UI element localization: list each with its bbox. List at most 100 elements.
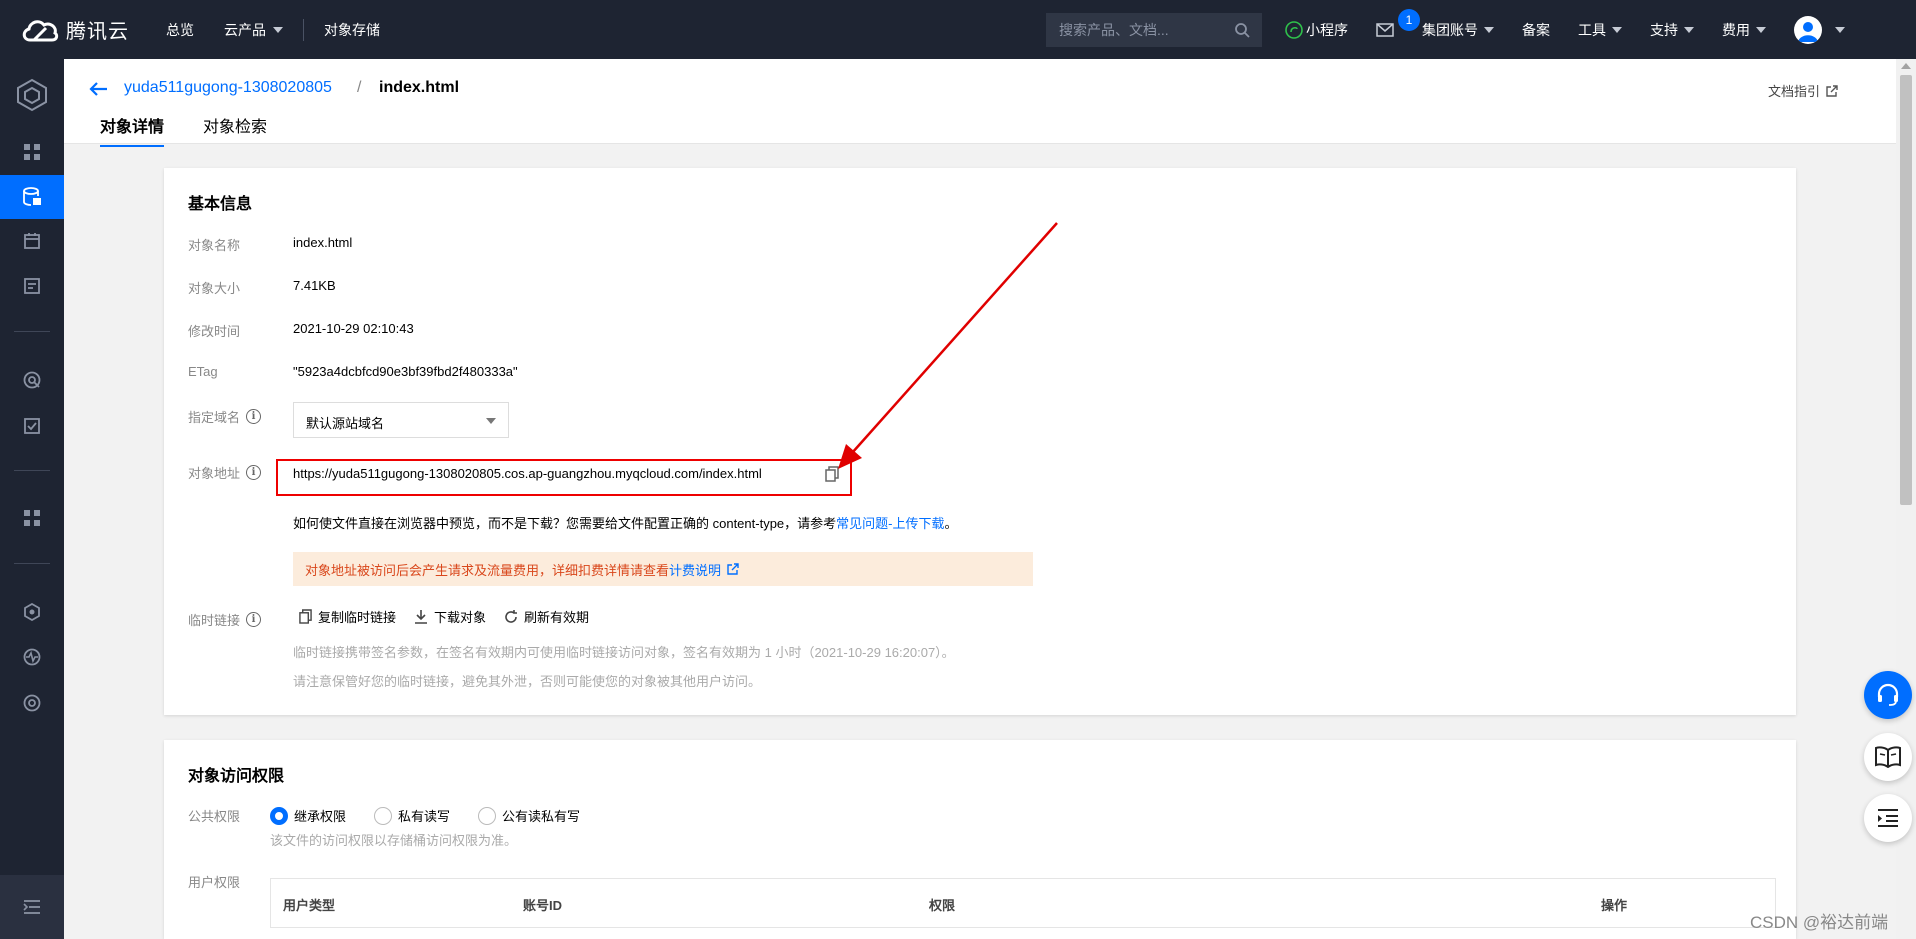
info-icon[interactable]: i (246, 409, 262, 424)
collapse-menu-icon (23, 900, 40, 914)
refresh-validity-label: 刷新有效期 (524, 610, 590, 625)
cloud-logo-icon (22, 19, 59, 41)
group-account-label: 集团账号 (1422, 21, 1478, 38)
mini-program-link[interactable]: 小程序 (1285, 20, 1348, 40)
report-icon (24, 278, 40, 294)
sidebar-divider (14, 563, 50, 564)
sidebar-item-analysis[interactable] (0, 358, 64, 402)
refresh-icon (505, 609, 518, 623)
sidebar-divider (14, 331, 50, 332)
nav-divider (303, 18, 304, 41)
cube-icon (17, 78, 47, 112)
download-object-button[interactable]: 下载对象 (414, 607, 486, 626)
sidebar-cos-home[interactable] (0, 67, 64, 123)
radio-public-read-label: 公有读私有写 (502, 809, 581, 824)
radar-icon (23, 371, 41, 389)
radio-public-read[interactable]: 公有读私有写 (478, 806, 580, 825)
temp-link-label-text: 临时链接 (188, 613, 241, 628)
docs-button[interactable] (1864, 733, 1912, 781)
billing-label: 费用 (1722, 21, 1750, 38)
breadcrumb-bucket[interactable]: yuda511gugong-1308020805 (124, 79, 332, 97)
nav-products[interactable]: 云产品 (224, 20, 283, 40)
sidebar-item-overview[interactable] (0, 130, 64, 174)
basic-info-title: 基本信息 (188, 196, 253, 213)
tab-object-details[interactable]: 对象详情 (100, 113, 165, 147)
object-name-value: index.html (293, 235, 353, 250)
sidebar-item-tasks[interactable] (0, 404, 64, 448)
logo-text: 腾讯云 (66, 21, 129, 43)
column-account-id: 账号ID (523, 898, 563, 913)
scroll-thumb[interactable] (1900, 75, 1912, 505)
customer-service-button[interactable] (1864, 671, 1912, 719)
external-link-icon (727, 563, 739, 575)
support-menu[interactable]: 支持 (1650, 20, 1694, 40)
public-permission-radio-group: 继承权限 私有读写 公有读私有写 (270, 806, 580, 825)
public-permission-hint: 该文件的访问权限以存储桶访问权限为准。 (270, 833, 518, 848)
tab-object-search[interactable]: 对象检索 (203, 113, 267, 145)
outline-list-icon (1878, 809, 1898, 827)
mail-button[interactable]: 1 (1376, 8, 1420, 37)
outline-button[interactable] (1864, 794, 1912, 842)
sidebar-item-insight[interactable] (0, 681, 64, 725)
sidebar-item-bucket-list[interactable] (0, 175, 64, 219)
preview-hint-end: 。 (944, 516, 958, 531)
support-label: 支持 (1650, 21, 1678, 38)
billing-warning: 对象地址被访问后会产生请求及流量费用，详细扣费详情请查看 计费说明 (293, 552, 1033, 586)
billing-doc-link[interactable]: 计费说明 (669, 560, 721, 579)
download-object-label: 下载对象 (434, 610, 487, 625)
scroll-up-icon[interactable] (1901, 63, 1911, 69)
column-permission: 权限 (929, 898, 956, 913)
calendar-icon (24, 233, 40, 249)
preview-hint: 如何使文件直接在浏览器中预览，而不是下载？您需要给文件配置正确的 content… (293, 513, 958, 532)
refresh-validity-button[interactable]: 刷新有效期 (504, 607, 589, 626)
basic-info-card: 基本信息 对象名称 index.html 对象大小 7.41KB 修改时间 20… (164, 168, 1796, 715)
permissions-card: 对象访问权限 公共权限 继承权限 私有读写 公有读私有写 该文件的访问权限以存储… (164, 740, 1796, 939)
temp-link-actions: 复制临时链接 下载对象 刷新有效期 (299, 607, 589, 626)
permissions-title: 对象访问权限 (188, 768, 285, 785)
sidebar-collapse-button[interactable] (0, 875, 64, 939)
doc-guide-link[interactable]: 文档指引 (1768, 81, 1838, 100)
info-icon[interactable]: i (246, 612, 262, 627)
radio-inherit[interactable]: 继承权限 (270, 806, 346, 825)
copy-temp-link-button[interactable]: 复制临时链接 (299, 607, 396, 626)
sidebar-item-security[interactable] (0, 590, 64, 634)
faq-link[interactable]: 常见问题-上传下载 (836, 516, 944, 531)
back-arrow-icon[interactable] (88, 81, 108, 97)
copy-icon[interactable] (825, 466, 839, 482)
sidebar-item-monitor[interactable] (0, 635, 64, 679)
nav-cos[interactable]: 对象存储 (324, 20, 380, 40)
sidebar-item-apps[interactable] (0, 496, 64, 540)
grid-icon (24, 144, 40, 160)
group-account-menu[interactable]: 集团账号 (1422, 20, 1494, 40)
tools-menu[interactable]: 工具 (1578, 20, 1622, 40)
domain-select[interactable]: 默认源站域名 (293, 402, 509, 438)
chevron-down-icon (1835, 26, 1845, 33)
nav-overview[interactable]: 总览 (166, 20, 194, 40)
filing-link[interactable]: 备案 (1522, 20, 1550, 40)
checklist-icon (24, 418, 40, 434)
watermark: CSDN @裕达前端 (1750, 913, 1889, 932)
mini-program-label: 小程序 (1306, 21, 1348, 38)
radio-private-label: 私有读写 (398, 809, 451, 824)
info-icon[interactable]: i (246, 465, 262, 480)
sidebar-item-report[interactable] (0, 264, 64, 308)
sidebar-item-calendar[interactable] (0, 219, 64, 263)
billing-menu[interactable]: 费用 (1722, 20, 1766, 40)
temp-link-note-2: 请注意保管好您的临时链接，避免其外泄，否则可能使您的对象被其他用户访问。 (293, 674, 762, 689)
logo[interactable]: 腾讯云 (0, 15, 148, 44)
radio-inherit-label: 继承权限 (294, 809, 347, 824)
scan-icon (23, 694, 41, 712)
chevron-down-icon (1756, 26, 1766, 33)
modified-time-value: 2021-10-29 02:10:43 (293, 321, 414, 336)
chevron-down-icon (1684, 26, 1694, 33)
column-user-type: 用户类型 (283, 898, 336, 913)
object-url-value[interactable]: https://yuda511gugong-1308020805.cos.ap-… (293, 466, 762, 481)
apps-grid-icon (24, 510, 40, 526)
radio-private[interactable]: 私有读写 (374, 806, 450, 825)
search-input[interactable]: 搜索产品、文档... (1046, 13, 1262, 47)
user-menu[interactable] (1794, 15, 1845, 44)
avatar (1794, 15, 1822, 44)
copy-temp-link-label: 复制临时链接 (318, 610, 397, 625)
chevron-down-icon (486, 418, 496, 424)
database-icon (23, 187, 41, 206)
